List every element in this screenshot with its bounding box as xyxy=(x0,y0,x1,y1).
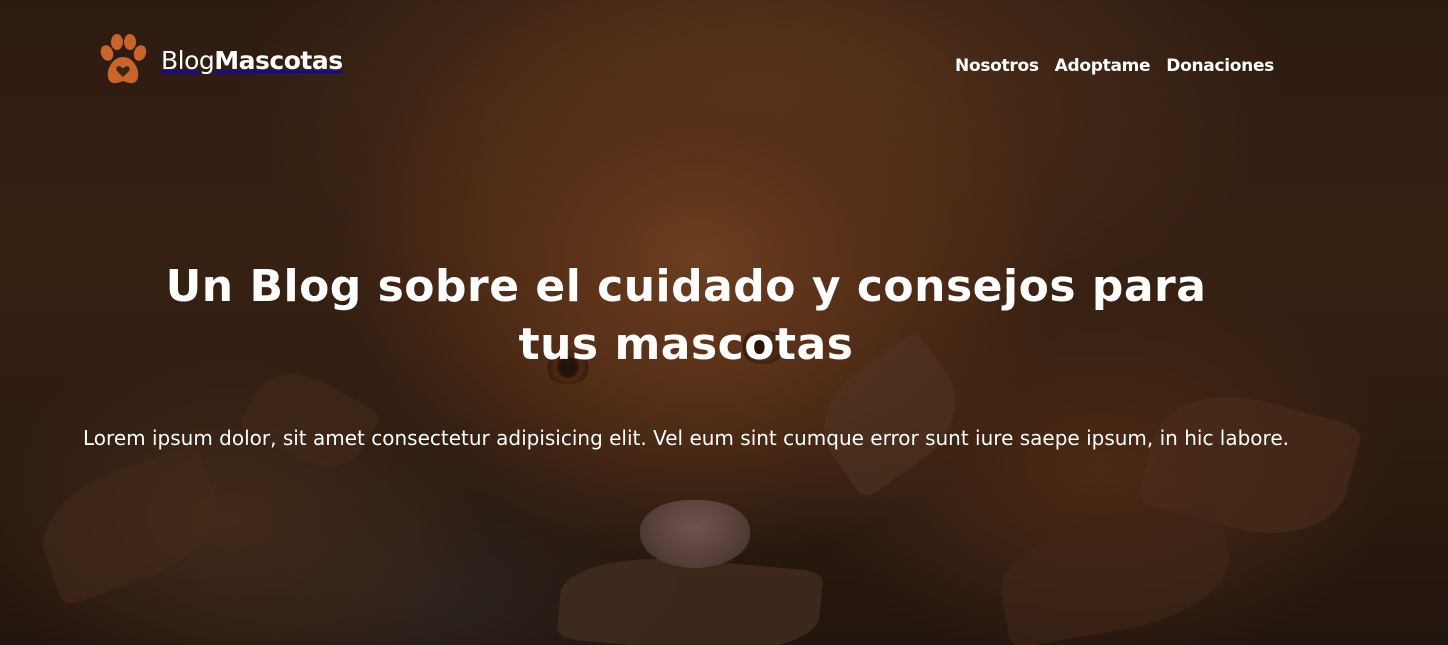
nav-item-donaciones[interactable]: Donaciones xyxy=(1166,56,1274,76)
brand-name: BlogMascotas xyxy=(161,46,343,75)
nav-item-nosotros[interactable]: Nosotros xyxy=(955,56,1039,76)
hero-title: Un Blog sobre el cuidado y consejos para… xyxy=(165,261,1207,370)
hero-description: Lorem ipsum dolor, sit amet consectetur … xyxy=(83,426,1289,450)
hero-section: BlogMascotas Nosotros Adoptame Donacione… xyxy=(0,0,1448,645)
logo-link[interactable]: BlogMascotas xyxy=(97,33,343,87)
site-header: BlogMascotas Nosotros Adoptame Donacione… xyxy=(0,0,1448,120)
hero-content: Un Blog sobre el cuidado y consejos para… xyxy=(60,258,1312,456)
brand-name-bold: Mascotas xyxy=(214,45,343,75)
paw-icon xyxy=(100,34,147,84)
brand-name-regular: Blog xyxy=(161,45,215,75)
main-nav: Nosotros Adoptame Donaciones xyxy=(955,56,1274,76)
nav-item-adoptame[interactable]: Adoptame xyxy=(1055,56,1151,76)
